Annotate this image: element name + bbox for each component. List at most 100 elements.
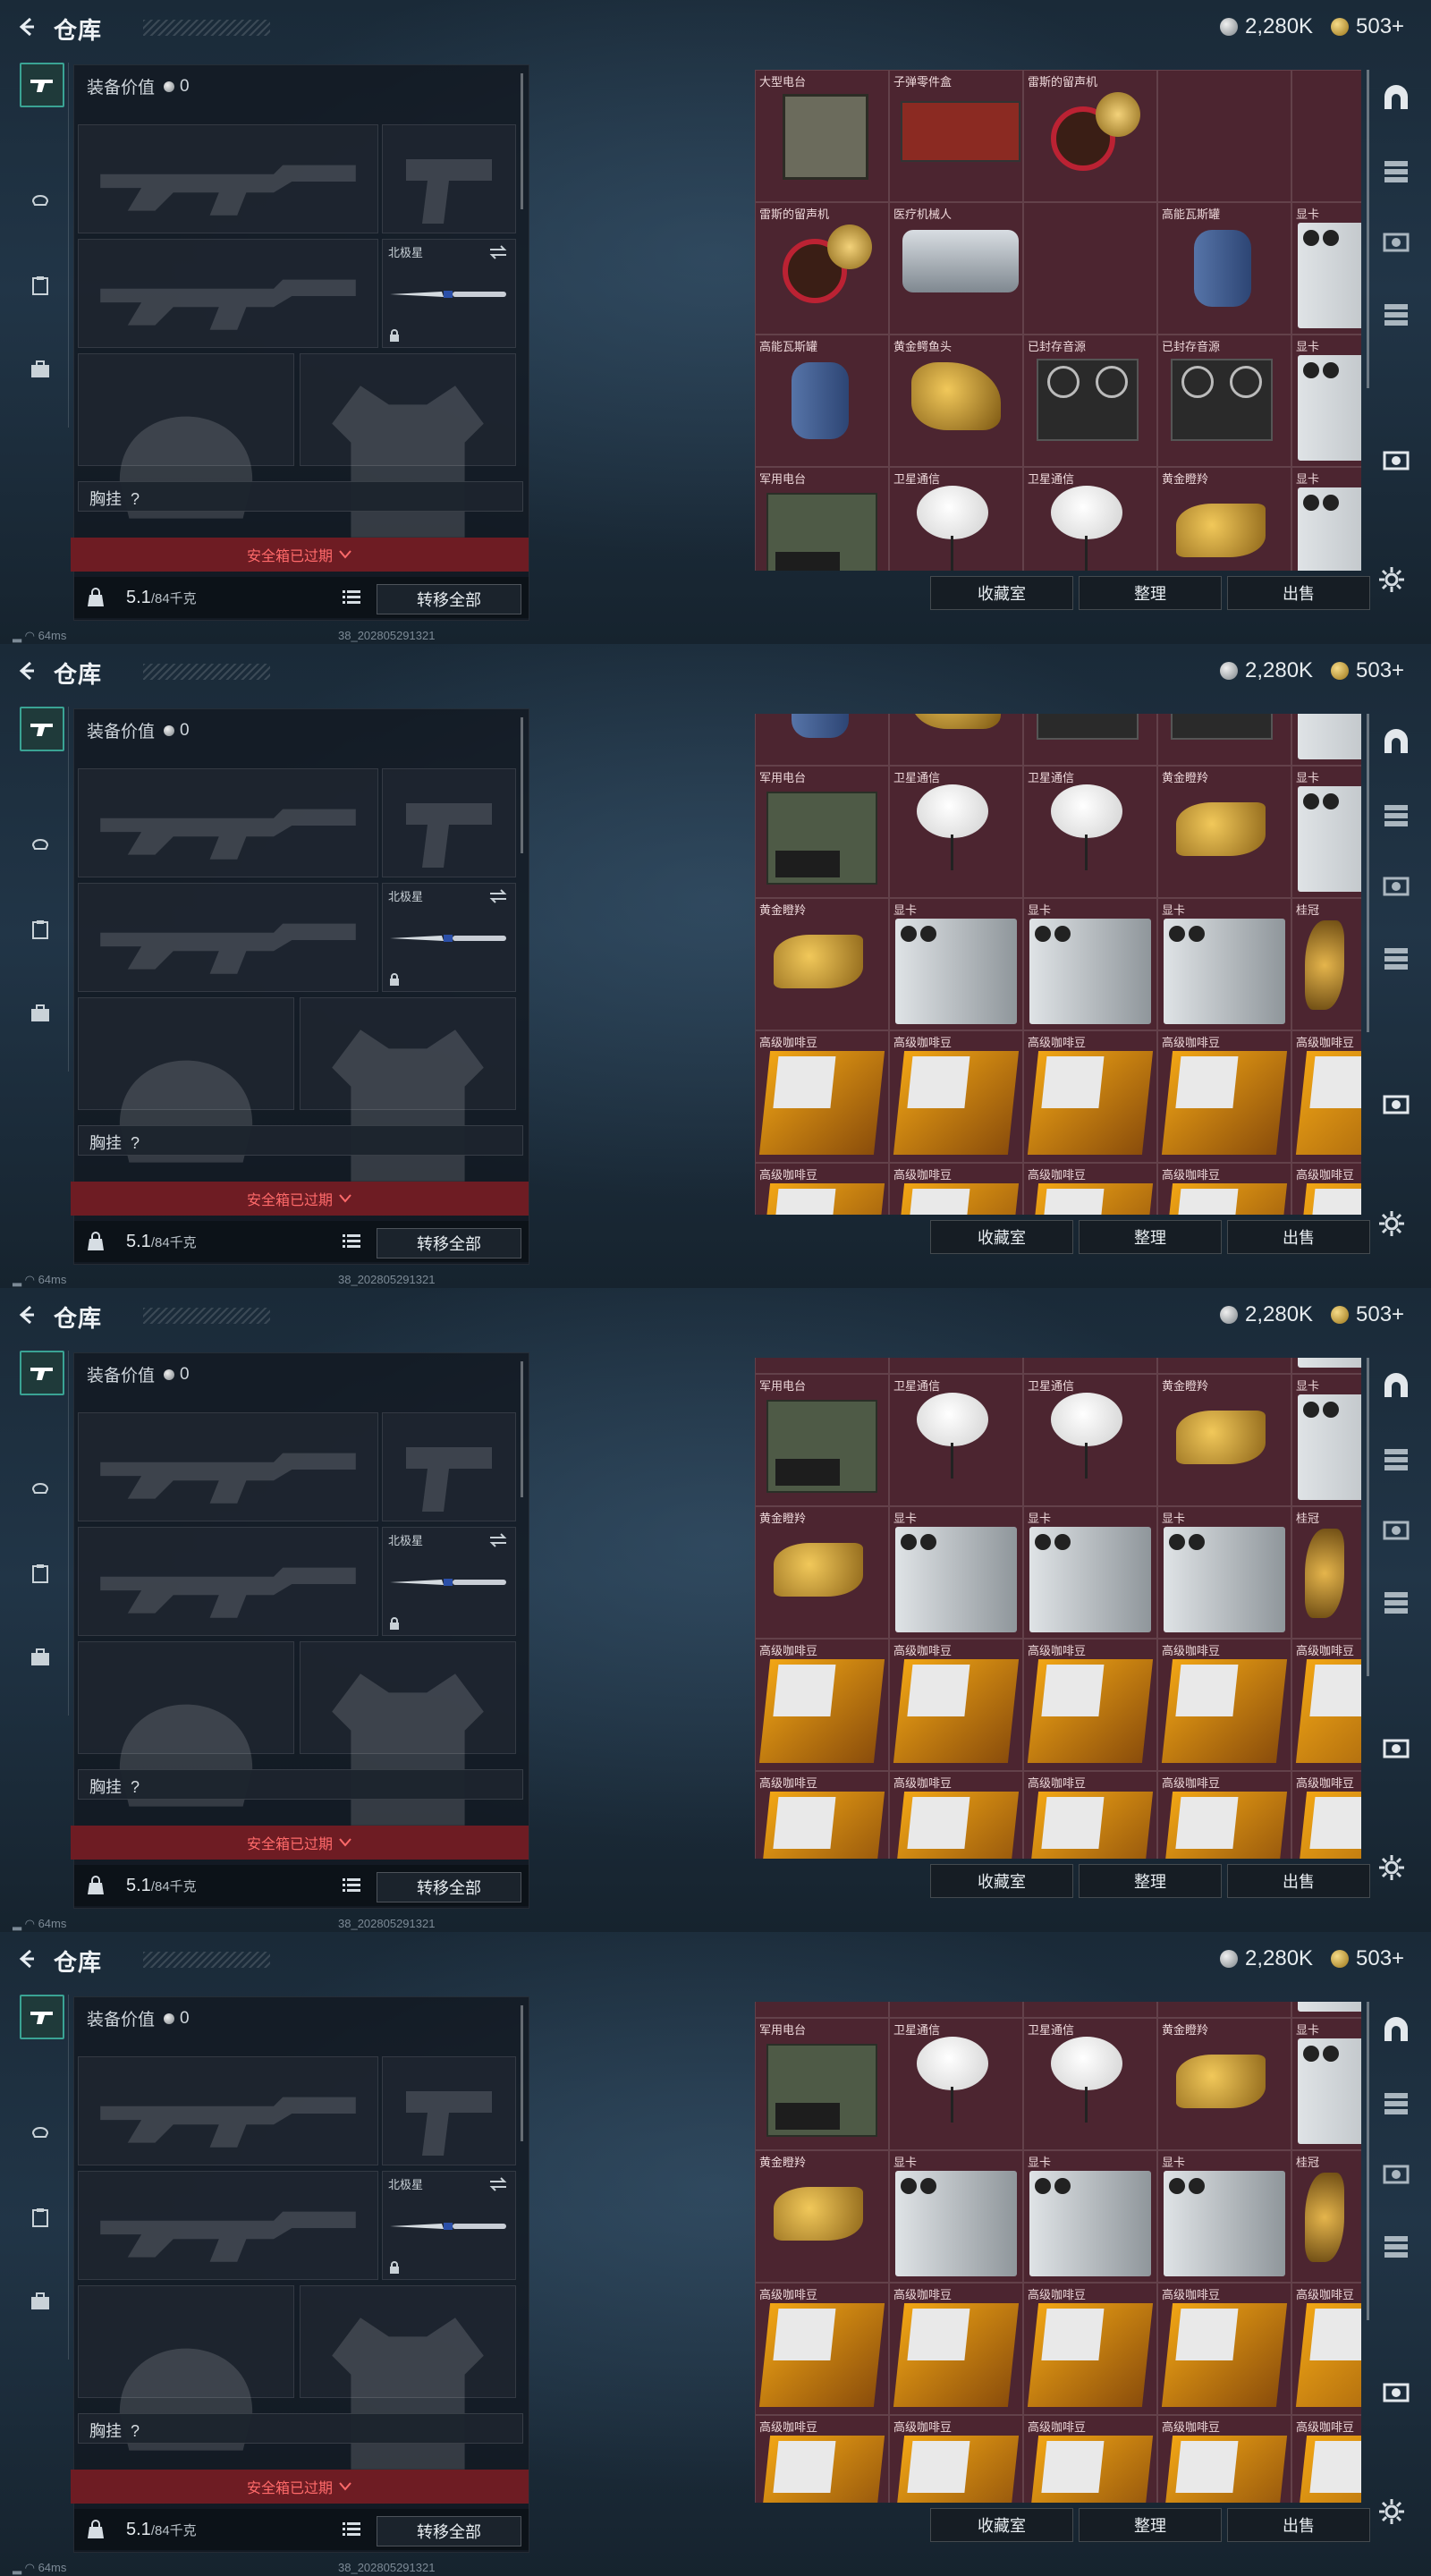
backpack-tab[interactable] — [20, 2281, 61, 2322]
pistol-slot-top[interactable] — [382, 124, 516, 233]
item-cell[interactable] — [1291, 70, 1361, 202]
item-cell[interactable]: 高级咖啡豆 — [1291, 1639, 1361, 1771]
primary-weapon-slot[interactable] — [78, 1412, 378, 1521]
item-cell[interactable]: 黄金瞪羚 — [1157, 2018, 1291, 2150]
item-cell[interactable]: 高级咖啡豆 — [1157, 2415, 1291, 2503]
safebox-expired-bar[interactable]: 安全箱已过期 — [71, 538, 529, 572]
helmet-slot[interactable] — [78, 997, 294, 1163]
sort-button[interactable]: 整理 — [1079, 2508, 1222, 2542]
back-arrow-icon[interactable] — [16, 1948, 38, 1970]
swap-icon[interactable] — [488, 2177, 508, 2191]
helmet-slot[interactable] — [78, 2285, 294, 2451]
list-icon[interactable] — [343, 1233, 360, 1250]
gold-currency[interactable]: 503+ — [1331, 14, 1404, 39]
item-cell[interactable]: 高能瓦斯罐 — [755, 714, 889, 766]
item-cell[interactable]: 卫星通信 — [889, 467, 1023, 571]
weapon-tab[interactable] — [20, 707, 64, 751]
item-cell[interactable]: 高级咖啡豆 — [1023, 1163, 1157, 1215]
armor-slot[interactable] — [300, 2285, 516, 2470]
item-cell[interactable]: 显卡 — [1023, 2150, 1157, 2283]
item-cell[interactable]: 已封存音源 — [1157, 2002, 1291, 2018]
item-cell[interactable]: 黄金瞪羚 — [755, 1506, 889, 1639]
item-cell[interactable]: 高级咖啡豆 — [1157, 1771, 1291, 1859]
item-cell[interactable]: 卫星通信 — [1023, 2018, 1157, 2150]
armor-tab[interactable] — [20, 823, 61, 864]
vest-tab[interactable] — [20, 2197, 61, 2238]
camera-box-icon[interactable] — [1381, 225, 1411, 256]
item-cell[interactable]: 显卡 — [1291, 766, 1361, 898]
item-cell[interactable]: 黄金瞪羚 — [755, 2150, 889, 2283]
item-cell[interactable]: 大型电台 — [755, 70, 889, 202]
item-cell[interactable]: 高级咖啡豆 — [1157, 1163, 1291, 1215]
transfer-all-button[interactable]: 转移全部 — [377, 1228, 521, 1258]
item-cell[interactable]: 黄金瞪羚 — [1157, 1374, 1291, 1506]
item-cell[interactable]: 高级咖啡豆 — [1023, 1030, 1157, 1163]
arch-icon[interactable] — [1381, 1370, 1411, 1401]
primary-weapon-slot[interactable] — [78, 768, 378, 877]
camera-box-icon[interactable] — [1381, 869, 1411, 900]
item-cell[interactable]: 桂冠 — [1291, 1506, 1361, 1639]
item-cell[interactable]: 卫星通信 — [1023, 467, 1157, 571]
item-cell[interactable]: 高级咖啡豆 — [755, 1771, 889, 1859]
item-cell[interactable]: 显卡 — [1291, 2018, 1361, 2150]
item-cell[interactable]: 显卡 — [889, 1506, 1023, 1639]
item-cell[interactable]: 显卡 — [1157, 898, 1291, 1030]
item-cell[interactable]: 已封存音源 — [1023, 714, 1157, 766]
helmet-slot[interactable] — [78, 353, 294, 519]
primary-weapon-slot[interactable] — [78, 2056, 378, 2165]
sell-button[interactable]: 出售 — [1227, 1220, 1370, 1254]
item-cell[interactable]: 桂冠 — [1291, 898, 1361, 1030]
item-cell[interactable]: 已封存音源 — [1157, 714, 1291, 766]
transfer-all-button[interactable]: 转移全部 — [377, 2516, 521, 2546]
box-stack-icon[interactable] — [1381, 2086, 1411, 2116]
chest-rig-slot[interactable]: 胸挂 ? — [78, 2413, 523, 2444]
sort-button[interactable]: 整理 — [1079, 1864, 1222, 1898]
sort-button[interactable]: 整理 — [1079, 576, 1222, 610]
list-icon[interactable] — [343, 1877, 360, 1894]
item-cell[interactable]: 高级咖啡豆 — [1023, 1639, 1157, 1771]
item-cell[interactable]: 显卡 — [1291, 714, 1361, 766]
collection-room-button[interactable]: 收藏室 — [930, 2508, 1073, 2542]
item-cell[interactable]: 军用电台 — [755, 2018, 889, 2150]
camera-box-icon[interactable] — [1381, 444, 1411, 474]
item-cell[interactable]: 卫星通信 — [889, 766, 1023, 898]
item-cell[interactable]: 高级咖啡豆 — [1291, 2415, 1361, 2503]
item-cell[interactable]: 高能瓦斯罐 — [755, 335, 889, 467]
chest-rig-slot[interactable]: 胸挂 ? — [78, 1125, 523, 1156]
item-cell[interactable]: 军用电台 — [755, 1374, 889, 1506]
item-cell[interactable]: 黄金鳄鱼头 — [889, 1358, 1023, 1374]
item-cell[interactable]: 军用电台 — [755, 766, 889, 898]
item-cell[interactable]: 高能瓦斯罐 — [755, 2002, 889, 2018]
item-cell[interactable]: 高级咖啡豆 — [755, 1639, 889, 1771]
item-cell[interactable]: 卫星通信 — [889, 1374, 1023, 1506]
box-stack-icon[interactable] — [1381, 154, 1411, 184]
list-icon[interactable] — [343, 589, 360, 606]
weapon-tab[interactable] — [20, 63, 64, 107]
list-icon[interactable] — [343, 2521, 360, 2538]
item-cell[interactable]: 已封存音源 — [1023, 2002, 1157, 2018]
item-cell[interactable]: 卫星通信 — [1023, 766, 1157, 898]
item-cell[interactable]: 显卡 — [1023, 1506, 1157, 1639]
item-cell[interactable]: 卫星通信 — [889, 2018, 1023, 2150]
equipment-scrollbar[interactable] — [521, 717, 523, 853]
melee-slot[interactable]: 北极星 — [382, 883, 516, 992]
safebox-expired-bar[interactable]: 安全箱已过期 — [71, 1826, 529, 1860]
item-cell[interactable]: 显卡 — [1023, 898, 1157, 1030]
item-cell[interactable]: 显卡 — [1157, 2150, 1291, 2283]
item-cell[interactable]: 显卡 — [1291, 202, 1361, 335]
secondary-weapon-slot[interactable] — [78, 2171, 378, 2280]
box-stack-icon[interactable] — [1381, 1442, 1411, 1472]
camera-box-icon[interactable] — [1381, 2376, 1411, 2406]
item-cell[interactable]: 高级咖啡豆 — [1157, 1030, 1291, 1163]
transfer-all-button[interactable]: 转移全部 — [377, 1872, 521, 1902]
arch-icon[interactable] — [1381, 82, 1411, 113]
collection-room-button[interactable]: 收藏室 — [930, 576, 1073, 610]
sell-button[interactable]: 出售 — [1227, 576, 1370, 610]
item-cell[interactable]: 已封存音源 — [1157, 335, 1291, 467]
gold-currency[interactable]: 503+ — [1331, 1302, 1404, 1327]
sort-button[interactable]: 整理 — [1079, 1220, 1222, 1254]
armor-tab[interactable] — [20, 2111, 61, 2152]
arch-icon[interactable] — [1381, 2014, 1411, 2045]
armor-slot[interactable] — [300, 997, 516, 1182]
item-cell[interactable]: 显卡 — [1291, 1374, 1361, 1506]
